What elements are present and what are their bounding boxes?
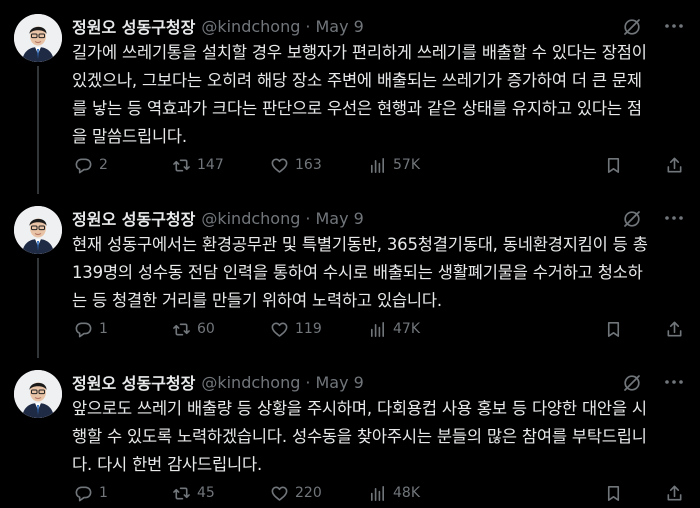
share-button[interactable] (665, 156, 684, 175)
separator-dot: · (305, 208, 311, 228)
bookmark-icon (607, 157, 620, 173)
avatar[interactable] (14, 370, 62, 418)
views-count: 57K (393, 157, 420, 173)
reply-count: 1 (99, 485, 108, 501)
bookmark-button[interactable] (604, 156, 623, 175)
share-icon (667, 157, 682, 172)
avatar-image (14, 370, 62, 418)
share-button[interactable] (665, 320, 684, 339)
thread-connector (37, 66, 39, 194)
share-icon (667, 485, 682, 500)
reply-icon (75, 322, 92, 337)
views-button[interactable]: 48K (368, 484, 466, 503)
like-count: 220 (295, 485, 322, 501)
retweet-button[interactable]: 147 (172, 156, 270, 175)
views-count: 47K (393, 321, 420, 337)
tweet-header: 정원오 성동구청장 @kindchong · May 9 (72, 14, 684, 38)
retweet-count: 147 (197, 157, 224, 173)
retweet-button[interactable]: 45 (172, 484, 270, 503)
tweet-text: 길가에 쓰레기통을 설치할 경우 보행자가 편리하게 쓰레기를 배출할 수 있다… (72, 43, 647, 146)
retweet-button[interactable]: 60 (172, 320, 270, 339)
views-button[interactable]: 47K (368, 320, 466, 339)
share-button[interactable] (665, 484, 684, 503)
reply-icon (75, 486, 92, 501)
bookmark-icon (607, 321, 620, 337)
user-handle[interactable]: @kindchong (201, 209, 300, 228)
tweet-thread: 정원오 성동구청장 @kindchong · May 9 길가에 쓰레기통을 설… (0, 0, 700, 508)
retweet-count: 45 (197, 485, 215, 501)
like-count: 163 (295, 157, 322, 173)
separator-dot: · (305, 372, 311, 392)
heart-icon (271, 322, 288, 337)
tweet[interactable]: 정원오 성동구청장 @kindchong · May 9 현재 성동구에서는 환… (0, 206, 700, 358)
tweet-text: 현재 성동구에서는 환경공무관 및 특별기동반, 365청결기동대, 동네환경지… (72, 235, 648, 310)
retweet-icon (173, 322, 190, 336)
retweet-count: 60 (197, 321, 215, 337)
tweet-actions: 1 60 119 47K (74, 318, 684, 340)
share-icon (667, 321, 682, 336)
heart-icon (271, 158, 288, 173)
tweet-date[interactable]: May 9 (315, 373, 363, 392)
like-button[interactable]: 163 (270, 156, 368, 175)
avatar[interactable] (14, 206, 62, 254)
heart-icon (271, 486, 288, 501)
bookmark-button[interactable] (604, 484, 623, 503)
reply-button[interactable]: 1 (74, 484, 172, 503)
avatar-image (14, 206, 62, 254)
tweet[interactable]: 정원오 성동구청장 @kindchong · May 9 길가에 쓰레기통을 설… (0, 14, 700, 194)
tweet-header: 정원오 성동구청장 @kindchong · May 9 (72, 370, 684, 394)
like-count: 119 (295, 321, 322, 337)
reply-button[interactable]: 1 (74, 320, 172, 339)
display-name[interactable]: 정원오 성동구청장 (72, 14, 195, 38)
tweet-date[interactable]: May 9 (315, 209, 363, 228)
views-icon (370, 321, 385, 337)
retweet-icon (173, 486, 190, 500)
tweet-date[interactable]: May 9 (315, 17, 363, 36)
tweet-actions: 2 147 163 57K (74, 154, 684, 176)
more-icon[interactable] (662, 208, 686, 228)
display-name[interactable]: 정원오 성동구청장 (72, 370, 195, 394)
views-icon (370, 485, 385, 501)
display-name[interactable]: 정원오 성동구청장 (72, 206, 195, 230)
more-icon[interactable] (662, 16, 686, 36)
retweet-icon (173, 158, 190, 172)
grok-icon[interactable] (622, 373, 642, 393)
views-icon (370, 157, 385, 173)
reply-count: 1 (99, 321, 108, 337)
reply-count: 2 (99, 157, 108, 173)
more-icon[interactable] (662, 372, 686, 392)
grok-icon[interactable] (622, 17, 642, 37)
tweet-actions: 1 45 220 48K (74, 482, 684, 504)
like-button[interactable]: 119 (270, 320, 368, 339)
thread-connector (37, 258, 39, 358)
user-handle[interactable]: @kindchong (201, 373, 300, 392)
tweet-header: 정원오 성동구청장 @kindchong · May 9 (72, 206, 684, 230)
views-button[interactable]: 57K (368, 156, 466, 175)
tweet[interactable]: 정원오 성동구청장 @kindchong · May 9 앞으로도 쓰레기 배출… (0, 370, 700, 508)
like-button[interactable]: 220 (270, 484, 368, 503)
avatar-image (14, 14, 62, 62)
reply-button[interactable]: 2 (74, 156, 172, 175)
tweet-text: 앞으로도 쓰레기 배출량 등 상황을 주시하며, 다회용컵 사용 홍보 등 다양… (72, 399, 647, 474)
bookmark-button[interactable] (604, 320, 623, 339)
avatar[interactable] (14, 14, 62, 62)
reply-icon (75, 158, 92, 173)
user-handle[interactable]: @kindchong (201, 17, 300, 36)
bookmark-icon (607, 485, 620, 501)
separator-dot: · (305, 16, 311, 36)
views-count: 48K (393, 485, 420, 501)
grok-icon[interactable] (622, 209, 642, 229)
